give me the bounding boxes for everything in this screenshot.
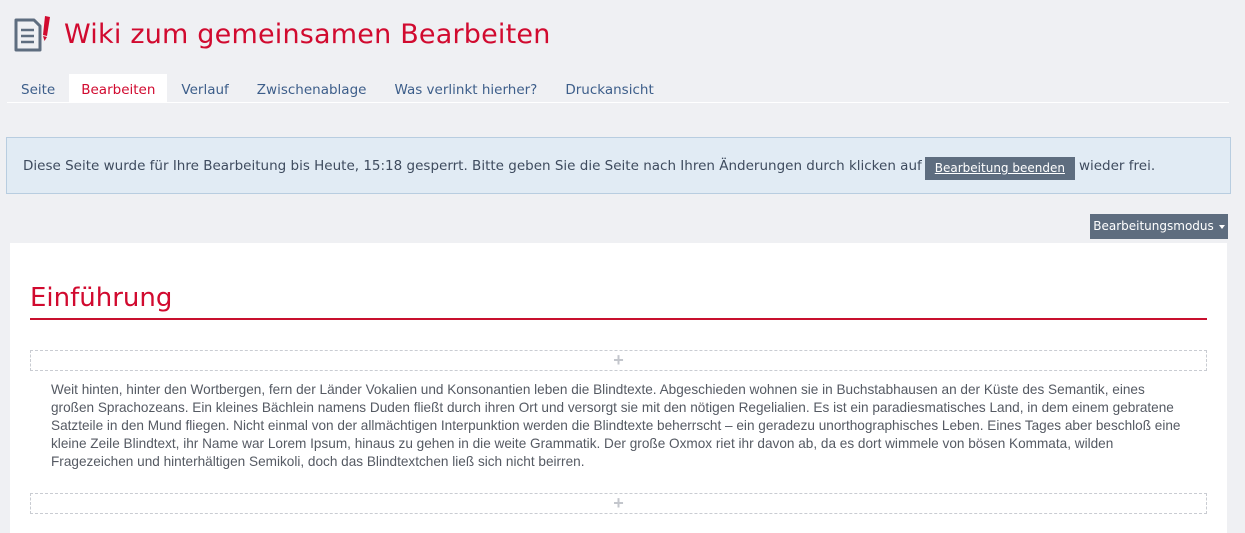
- content-area: Einführung + Weit hinten, hinter den Wor…: [10, 243, 1227, 533]
- wiki-edit-icon: [14, 16, 50, 52]
- edit-mode-dropdown-button[interactable]: Bearbeitungsmodus: [1090, 214, 1228, 239]
- edit-mode-label: Bearbeitungsmodus: [1093, 219, 1214, 233]
- plus-icon: +: [613, 493, 624, 513]
- notice-text-after: wieder frei.: [1078, 157, 1156, 174]
- body-paragraph: Weit hinten, hinter den Wortbergen, fern…: [51, 382, 1181, 469]
- tab-verlauf[interactable]: Verlauf: [167, 74, 242, 102]
- page-title: Wiki zum gemeinsamen Bearbeiten: [64, 18, 551, 50]
- caret-down-icon: [1218, 224, 1225, 229]
- add-block-bottom-button[interactable]: +: [30, 493, 1207, 514]
- end-editing-button[interactable]: Bearbeitung beenden: [924, 157, 1075, 180]
- tab-zwischenablage[interactable]: Zwischenablage: [243, 74, 381, 102]
- tab-bearbeiten[interactable]: Bearbeiten: [69, 74, 168, 102]
- tab-bar: Seite Bearbeiten Verlauf Zwischenablage …: [7, 74, 1229, 103]
- plus-icon: +: [613, 350, 624, 370]
- tab-druckansicht[interactable]: Druckansicht: [551, 74, 667, 102]
- lock-notice: Diese Seite wurde für Ihre Bearbeitung b…: [6, 137, 1231, 194]
- tab-seite[interactable]: Seite: [7, 74, 69, 102]
- page-header: Wiki zum gemeinsamen Bearbeiten: [12, 14, 551, 54]
- add-block-top-button[interactable]: +: [30, 350, 1207, 371]
- tab-was-verlinkt-hierher[interactable]: Was verlinkt hierher?: [380, 74, 551, 102]
- notice-text-before: Diese Seite wurde für Ihre Bearbeitung b…: [23, 157, 922, 174]
- section-title: Einführung: [30, 283, 1207, 320]
